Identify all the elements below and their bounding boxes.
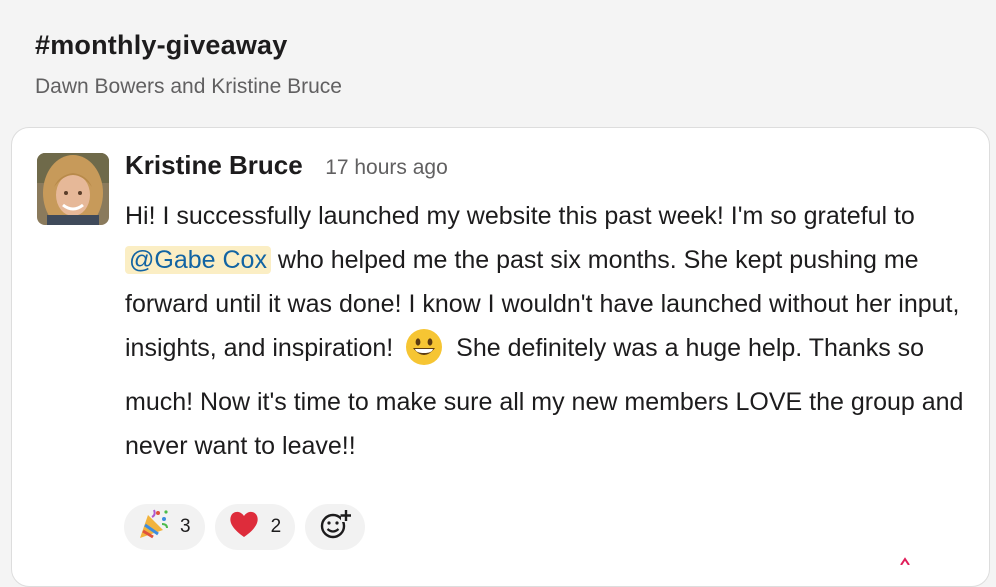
reaction-count: 2 xyxy=(270,516,282,537)
user-mention[interactable]: @Gabe Cox xyxy=(125,246,271,274)
message-text-part-1: Hi! I successfully launched my website t… xyxy=(125,202,915,230)
grinning-face-icon xyxy=(405,328,443,380)
reaction-party-popper[interactable]: 3 xyxy=(124,504,205,550)
reaction-count: 3 xyxy=(180,516,191,537)
unread-marker xyxy=(900,552,910,566)
message-text: Hi! I successfully launched my website t… xyxy=(125,194,975,468)
author-name[interactable]: Kristine Bruce xyxy=(125,150,303,180)
channel-header: #monthly-giveaway Dawn Bowers and Kristi… xyxy=(35,30,342,99)
reaction-heart[interactable]: 2 xyxy=(214,504,296,550)
message-header: Kristine Bruce 17 hours ago xyxy=(125,150,448,181)
message-card: Kristine Bruce 17 hours ago Hi! I succes… xyxy=(11,127,990,587)
channel-name[interactable]: #monthly-giveaway xyxy=(35,30,342,61)
party-popper-icon xyxy=(136,507,170,547)
message-body: Hi! I successfully launched my website t… xyxy=(125,194,975,468)
red-heart-icon xyxy=(227,507,261,547)
add-reaction-button[interactable] xyxy=(305,504,366,550)
channel-members[interactable]: Dawn Bowers and Kristine Bruce xyxy=(35,75,342,99)
avatar[interactable] xyxy=(37,153,109,225)
add-emoji-icon xyxy=(319,508,352,546)
message-timestamp[interactable]: 17 hours ago xyxy=(325,156,448,179)
reactions-bar: 3 2 xyxy=(124,504,366,550)
